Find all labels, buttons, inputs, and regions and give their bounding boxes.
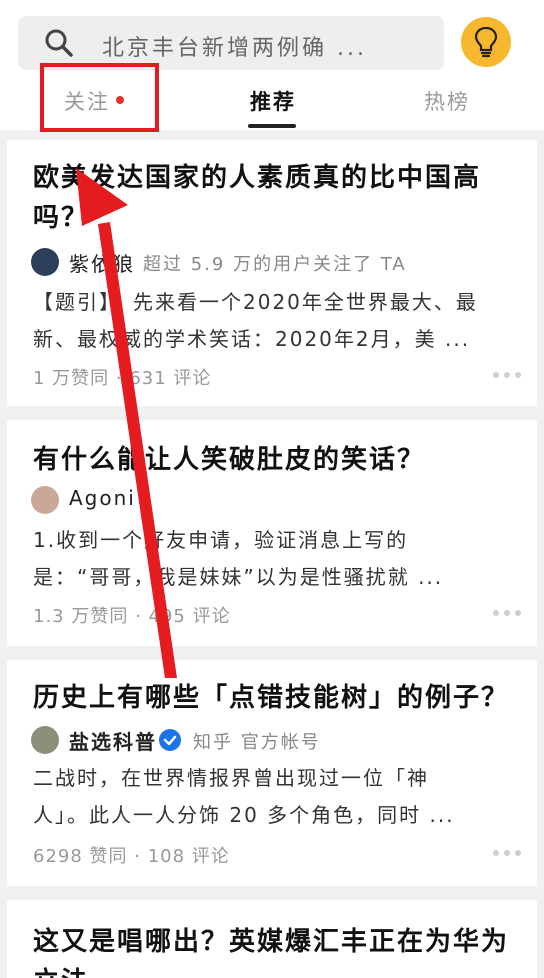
author-name: Agoni: [69, 486, 136, 510]
feed-card[interactable]: 欧美发达国家的人素质真的比中国高 吗？ 紫依狼 超过 5.9 万的用户关注了 T…: [7, 140, 537, 406]
author-description: 知乎 官方帐号: [193, 732, 321, 753]
feed-card[interactable]: 这又是唱哪出？英媒爆汇丰正在为华为 立法: [7, 900, 537, 978]
card-title[interactable]: 欧美发达国家的人素质真的比中国高 吗？: [33, 158, 513, 238]
card-title[interactable]: 历史上有哪些「点错技能树」的例子？: [33, 678, 513, 718]
author-description: 超过 5.9 万的用户关注了 TA: [143, 254, 407, 275]
avatar: [31, 726, 59, 754]
feed-card[interactable]: 历史上有哪些「点错技能树」的例子？ 盐选科普 知乎 官方帐号 二战时，在世界情报…: [7, 660, 537, 886]
author-name: 紫依狼: [69, 252, 135, 276]
author-row[interactable]: 紫依狼 超过 5.9 万的用户关注了 TA: [31, 246, 521, 278]
active-tab-indicator: [248, 124, 296, 128]
card-title[interactable]: 有什么能让人笑破肚皮的笑话？: [33, 440, 513, 480]
card-excerpt[interactable]: 【题引】：先来看一个2020年全世界最大、最 新、最权威的学术笑话：2020年2…: [33, 284, 513, 358]
card-excerpt[interactable]: 二战时，在世界情报界曾出现过一位「神 人」。此人一人分饰 20 多个角色，同时 …: [33, 760, 513, 834]
more-icon[interactable]: [493, 850, 523, 858]
highlight-box: [40, 63, 159, 132]
tab-hot-list[interactable]: 热榜: [424, 86, 470, 116]
tab-recommend[interactable]: 推荐: [250, 86, 296, 116]
search-icon: [45, 29, 73, 57]
lightbulb-button[interactable]: [461, 17, 511, 67]
author-row[interactable]: 盐选科普 知乎 官方帐号: [31, 724, 521, 756]
card-title[interactable]: 这又是唱哪出？英媒爆汇丰正在为华为 立法: [33, 922, 513, 978]
author-name: 盐选科普: [69, 730, 157, 754]
search-placeholder: 北京丰台新增两例确 ...: [102, 36, 367, 61]
avatar: [31, 486, 59, 514]
search-box[interactable]: 北京丰台新增两例确 ...: [18, 16, 444, 70]
feed-card[interactable]: 有什么能让人笑破肚皮的笑话？ Agoni 1.收到一个好友申请，验证消息上写的 …: [7, 420, 537, 646]
more-icon[interactable]: [493, 610, 523, 618]
card-meta: 6298 赞同 · 108 评论: [33, 846, 230, 867]
author-row[interactable]: Agoni: [31, 484, 521, 516]
more-icon[interactable]: [493, 372, 523, 380]
card-meta: 1.3 万赞同 · 495 评论: [33, 606, 231, 627]
avatar: [31, 248, 59, 276]
lightbulb-icon: [474, 26, 498, 58]
card-excerpt[interactable]: 1.收到一个好友申请，验证消息上写的 是：“哥哥，我是妹妹”以为是性骚扰就 ..…: [33, 522, 513, 596]
card-meta: 1 万赞同 · 631 评论: [33, 368, 212, 389]
verified-icon: [159, 729, 181, 751]
